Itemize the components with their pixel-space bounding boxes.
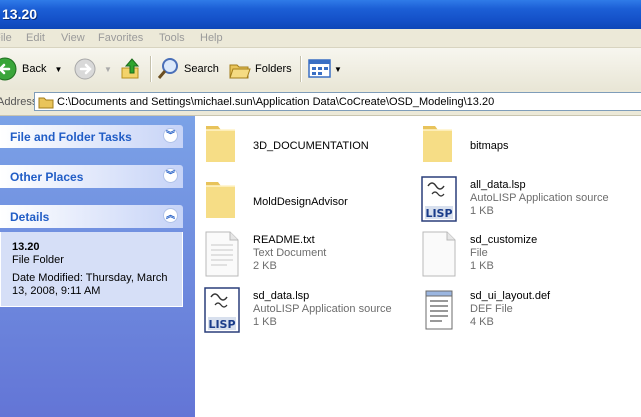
title-bar: 13.20 bbox=[0, 0, 641, 29]
menu-tools[interactable]: Tools bbox=[159, 32, 185, 44]
toolbar-separator bbox=[150, 56, 152, 82]
forward-dropdown-icon[interactable]: ▼ bbox=[104, 65, 112, 74]
lisp-file-icon: LISP bbox=[421, 176, 457, 222]
address-path: C:\Documents and Settings\michael.sun\Ap… bbox=[57, 96, 495, 108]
file-list: 3D_DOCUMENTATION bitmaps MoldDesignAdvis… bbox=[195, 116, 641, 417]
menu-bar: File Edit View Favorites Tools Help bbox=[0, 29, 641, 48]
folders-icon bbox=[229, 64, 251, 79]
back-button[interactable]: Back ▼ bbox=[0, 56, 62, 82]
forward-button[interactable]: ▼ bbox=[72, 56, 112, 82]
file-type: AutoLISP Application source bbox=[253, 303, 392, 315]
details-date-line2: 13, 2008, 9:11 AM bbox=[12, 285, 101, 297]
file-size: 1 KB bbox=[470, 205, 494, 217]
file-size: 1 KB bbox=[253, 316, 277, 328]
back-arrow-icon bbox=[0, 57, 17, 81]
views-dropdown-icon[interactable]: ▼ bbox=[334, 65, 342, 74]
collapse-chevron-icon[interactable]: ︽ bbox=[163, 208, 178, 223]
list-item[interactable]: LISP all_data.lsp AutoLISP Application s… bbox=[420, 176, 640, 224]
expand-chevron-icon[interactable]: ︾ bbox=[163, 128, 178, 143]
menu-edit[interactable]: Edit bbox=[26, 32, 45, 44]
folder-icon bbox=[423, 126, 452, 162]
details-date-line1: Date Modified: Thursday, March bbox=[12, 272, 168, 284]
svg-text:LISP: LISP bbox=[208, 318, 235, 331]
blank-file-icon bbox=[422, 231, 456, 277]
folder-icon bbox=[38, 97, 54, 109]
views-icon bbox=[308, 59, 331, 78]
up-folder-button[interactable] bbox=[120, 56, 144, 82]
file-type: DEF File bbox=[470, 303, 513, 315]
folder-icon bbox=[206, 126, 235, 162]
back-dropdown-icon[interactable]: ▼ bbox=[54, 65, 62, 74]
file-name: README.txt bbox=[253, 234, 315, 246]
toolbar: Back ▼ ▼ Search Folders ▼ bbox=[0, 48, 641, 91]
svg-text:LISP: LISP bbox=[425, 207, 452, 220]
text-document-icon bbox=[205, 231, 239, 277]
details-name: 13.20 bbox=[12, 241, 40, 253]
file-size: 2 KB bbox=[253, 260, 277, 272]
file-name: MoldDesignAdvisor bbox=[253, 196, 348, 208]
views-button[interactable]: ▼ bbox=[308, 56, 342, 82]
details-title: Details bbox=[10, 210, 50, 224]
list-item[interactable]: MoldDesignAdvisor bbox=[203, 176, 403, 222]
details-panel: 13.20 File Folder Date Modified: Thursda… bbox=[0, 232, 183, 307]
file-size: 1 KB bbox=[470, 260, 494, 272]
window-title: 13.20 bbox=[2, 6, 38, 22]
list-item[interactable]: bitmaps bbox=[420, 120, 620, 166]
file-type: File bbox=[470, 247, 488, 259]
menu-favorites[interactable]: Favorites bbox=[98, 32, 143, 44]
lisp-file-icon: LISP bbox=[204, 287, 240, 333]
file-folder-tasks-title: File and Folder Tasks bbox=[10, 130, 132, 144]
file-folder-tasks-header[interactable]: File and Folder Tasks ︾ bbox=[0, 125, 183, 148]
menu-view[interactable]: View bbox=[61, 32, 85, 44]
search-button[interactable]: Search bbox=[157, 56, 219, 82]
folders-button[interactable]: Folders bbox=[228, 56, 292, 82]
list-item[interactable]: LISP sd_data.lsp AutoLISP Application so… bbox=[203, 287, 423, 335]
file-name: sd_customize bbox=[470, 234, 538, 246]
list-item[interactable]: sd_customize File 1 KB bbox=[420, 231, 620, 279]
expand-chevron-icon[interactable]: ︾ bbox=[163, 168, 178, 183]
search-icon bbox=[157, 58, 178, 79]
file-name: sd_data.lsp bbox=[253, 290, 310, 302]
file-size: 4 KB bbox=[470, 316, 494, 328]
menu-help[interactable]: Help bbox=[200, 32, 223, 44]
file-name: bitmaps bbox=[470, 140, 509, 152]
menu-file[interactable]: File bbox=[0, 32, 12, 44]
details-type: File Folder bbox=[12, 254, 64, 266]
forward-arrow-icon bbox=[74, 58, 96, 80]
file-name: sd_ui_layout.def bbox=[470, 290, 551, 302]
list-item[interactable]: README.txt Text Document 2 KB bbox=[203, 231, 403, 279]
other-places-title: Other Places bbox=[10, 170, 84, 184]
toolbar-separator bbox=[300, 56, 302, 82]
address-input[interactable]: C:\Documents and Settings\michael.sun\Ap… bbox=[34, 92, 641, 111]
list-item[interactable]: sd_ui_layout.def DEF File 4 KB bbox=[420, 287, 620, 335]
file-type: Text Document bbox=[253, 247, 327, 259]
file-type: AutoLISP Application source bbox=[470, 192, 609, 204]
other-places-header[interactable]: Other Places ︾ bbox=[0, 165, 183, 188]
file-name: 3D_DOCUMENTATION bbox=[253, 140, 369, 152]
folder-icon bbox=[206, 182, 235, 218]
up-folder-icon bbox=[121, 58, 140, 79]
list-item[interactable]: 3D_DOCUMENTATION bbox=[203, 120, 403, 166]
details-header[interactable]: Details ︽ bbox=[0, 205, 183, 228]
folders-label: Folders bbox=[255, 63, 292, 75]
address-label: Address bbox=[0, 96, 38, 108]
search-label: Search bbox=[184, 63, 219, 75]
file-name: all_data.lsp bbox=[470, 179, 526, 191]
address-bar: Address C:\Documents and Settings\michae… bbox=[0, 90, 641, 116]
back-label: Back bbox=[22, 63, 47, 75]
notepad-file-icon bbox=[425, 290, 453, 330]
